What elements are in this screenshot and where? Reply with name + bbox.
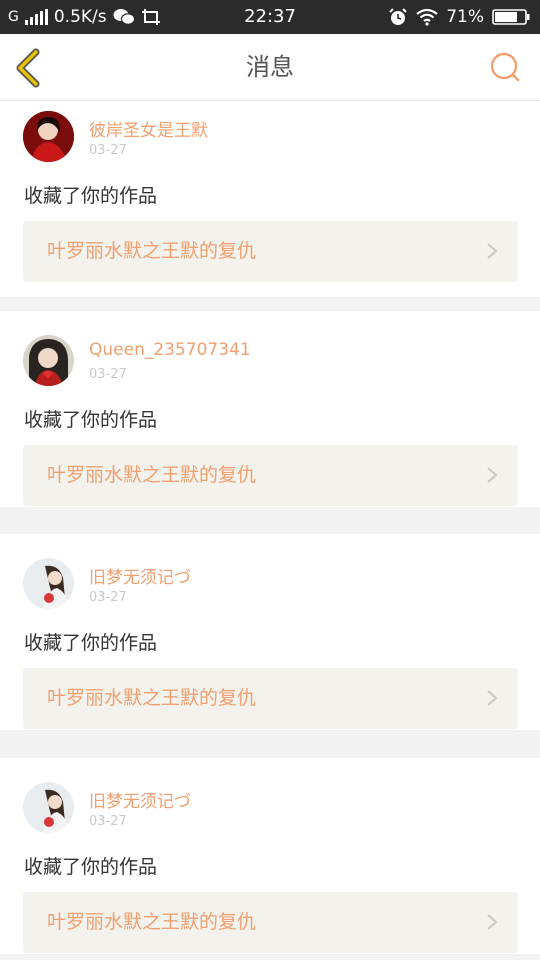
battery-percent: 71%: [446, 7, 484, 27]
page-title: 消息: [246, 53, 294, 81]
wifi-icon: [416, 8, 438, 26]
message-date: 03-27: [89, 814, 127, 829]
work-title: 叶罗丽水默之王默的复仇: [47, 687, 257, 709]
battery-icon: [492, 9, 530, 25]
status-right: 71%: [388, 0, 530, 34]
header-bar: 消息: [0, 34, 540, 101]
avatar[interactable]: [23, 111, 74, 162]
chevron-right-icon: [487, 914, 498, 930]
message-list[interactable]: 彼岸圣女是王默 03-27 收藏了你的作品 叶罗丽水默之王默的复仇 Queen_…: [0, 101, 540, 960]
work-title: 叶罗丽水默之王默的复仇: [47, 240, 257, 262]
status-bar: G 0.5K/s 22:37 71%: [0, 0, 540, 34]
work-link[interactable]: 叶罗丽水默之王默的复仇: [23, 892, 518, 953]
avatar[interactable]: [23, 558, 74, 609]
avatar[interactable]: [23, 782, 74, 833]
chevron-right-icon: [487, 690, 498, 706]
message-card: Queen_235707341 03-27 收藏了你的作品 叶罗丽水默之王默的复…: [0, 311, 540, 507]
action-text: 收藏了你的作品: [24, 409, 158, 431]
username[interactable]: 彼岸圣女是王默: [89, 116, 208, 141]
username[interactable]: 旧梦无须记づ: [89, 563, 191, 588]
search-button[interactable]: [488, 50, 522, 84]
username[interactable]: Queen_235707341: [89, 340, 251, 360]
action-text: 收藏了你的作品: [24, 632, 158, 654]
message-card: 旧梦无须记づ 03-27 收藏了你的作品 叶罗丽水默之王默的复仇: [0, 758, 540, 954]
chevron-right-icon: [487, 243, 498, 259]
action-text: 收藏了你的作品: [24, 856, 158, 878]
work-link[interactable]: 叶罗丽水默之王默的复仇: [23, 221, 518, 282]
search-icon: [490, 52, 520, 82]
message-date: 03-27: [89, 367, 127, 382]
message-date: 03-27: [89, 143, 127, 158]
message-card: 旧梦无须记づ 03-27 收藏了你的作品 叶罗丽水默之王默的复仇: [0, 534, 540, 730]
work-title: 叶罗丽水默之王默的复仇: [47, 911, 257, 933]
username[interactable]: 旧梦无须记づ: [89, 787, 191, 812]
work-title: 叶罗丽水默之王默的复仇: [47, 464, 257, 486]
message-card: 彼岸圣女是王默 03-27 收藏了你的作品 叶罗丽水默之王默的复仇: [0, 101, 540, 297]
message-date: 03-27: [89, 590, 127, 605]
chevron-right-icon: [487, 467, 498, 483]
avatar[interactable]: [23, 335, 74, 386]
alarm-icon: [389, 8, 407, 25]
work-link[interactable]: 叶罗丽水默之王默的复仇: [23, 445, 518, 506]
work-link[interactable]: 叶罗丽水默之王默的复仇: [23, 668, 518, 729]
action-text: 收藏了你的作品: [24, 185, 158, 207]
